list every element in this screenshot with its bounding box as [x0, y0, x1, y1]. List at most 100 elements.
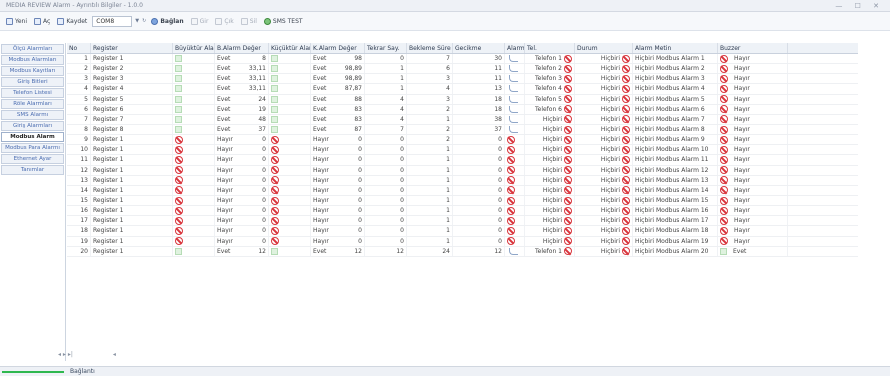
save-button[interactable]: Kaydet [55, 17, 89, 26]
delay: 0 [498, 237, 502, 245]
sidebar-item[interactable]: SMS Alarmı [1, 110, 64, 120]
chevron-down-icon[interactable]: ▼ [135, 18, 139, 24]
low-alarm-value: 83 [354, 115, 362, 123]
table-row[interactable]: 3 Register 3 Evet 33,11 Evet 98,89 1 3 11 Telefon… [67, 74, 858, 85]
row-number: 7 [84, 115, 88, 123]
status-value: Hiçbiri [600, 217, 620, 225]
delay: 11 [494, 65, 502, 73]
ban-icon [720, 145, 728, 154]
sidebar-item[interactable]: Tanımlar [1, 165, 64, 175]
table-row[interactable]: 20 Register 1 Evet 12 Evet 12 12 24 12 Telefon 1 H… [67, 246, 858, 257]
port-select[interactable]: COM8 [92, 15, 133, 27]
alarm-text: Hiçbiri Modbus Alarm 16 [635, 207, 709, 215]
sidebar-item[interactable]: Giriş Alarmları [1, 121, 64, 131]
column-header[interactable]: No [67, 43, 91, 53]
table-row[interactable]: 6 Register 6 Evet 19 Evet 83 4 2 18 Telefon 6 Hiçb… [67, 104, 858, 115]
table-row[interactable]: 17 Register 1 Hayır 0 Hayır 0 0 1 0 Hiçbiri Hiçbir… [67, 216, 858, 227]
low-alarm-value: 12 [354, 247, 362, 255]
low-alarm-value: 0 [358, 197, 362, 205]
alarm-text: Hiçbiri Modbus Alarm 13 [635, 176, 709, 184]
row-number: 9 [84, 136, 88, 144]
row-number: 17 [80, 217, 88, 225]
ban-icon [175, 135, 183, 144]
window-controls[interactable]: — ☐ ✕ [835, 2, 884, 10]
repeat-count: 1 [400, 85, 404, 93]
ban-icon [507, 206, 515, 215]
repeat-count: 0 [400, 197, 404, 205]
checked-box-icon [175, 126, 182, 134]
refresh-icon[interactable]: ↻ [142, 18, 146, 24]
sidebar-item[interactable]: Modbus Kayıtları [1, 66, 64, 76]
low-alarm-enabled: Evet [313, 247, 327, 255]
sidebar-item[interactable]: Ölçü Alarmları [1, 44, 64, 54]
ban-icon [271, 196, 279, 205]
column-header[interactable]: B.Alarm Değer [215, 43, 269, 53]
column-header[interactable]: Gecikme [453, 43, 505, 53]
status-value: Hiçbiri [600, 126, 620, 134]
progress-bar [2, 370, 64, 373]
status-value: Hiçbiri [600, 237, 620, 245]
ban-icon [564, 247, 572, 256]
column-header[interactable]: Register [91, 43, 173, 53]
column-header[interactable]: Bekleme Süre [407, 43, 453, 53]
table-row[interactable]: 10 Register 1 Hayır 0 Hayır 0 0 1 0 Hiçbiri Hiçbir… [67, 145, 858, 156]
sidebar-item[interactable]: Modbus Alarm [1, 132, 64, 142]
table-row[interactable]: 11 Register 1 Hayır 0 Hayır 0 0 1 0 Hiçbiri Hiçbir… [67, 155, 858, 166]
column-header[interactable]: Buzzer [718, 43, 788, 53]
row-number: 4 [84, 85, 88, 93]
sidebar-item[interactable]: Giriş Bitleri [1, 77, 64, 87]
table-row[interactable]: 13 Register 1 Hayır 0 Hayır 0 0 1 0 Hiçbiri Hiçbir… [67, 175, 858, 186]
table-row[interactable]: 16 Register 1 Hayır 0 Hayır 0 0 1 0 Hiçbiri Hiçbir… [67, 206, 858, 217]
low-alarm-enabled: Hayır [313, 136, 329, 144]
column-header[interactable]: Alarm [505, 43, 525, 53]
signal-icon [509, 115, 518, 123]
alarm-text: Hiçbiri Modbus Alarm 6 [635, 105, 705, 113]
table-row[interactable]: 4 Register 4 Evet 33,11 Evet 87,87 1 4 13 Telefon… [67, 84, 858, 95]
table-row[interactable]: 1 Register 1 Evet 8 Evet 98 0 7 30 Telefon 1 Hiçbi… [67, 54, 858, 65]
table-row[interactable]: 7 Register 7 Evet 48 Evet 83 4 1 38 Hiçbiri Hiçbir… [67, 114, 858, 125]
connect-button[interactable]: Bağlan [149, 17, 185, 26]
table-row[interactable]: 14 Register 1 Hayır 0 Hayır 0 0 1 0 Hiçbiri Hiçbir… [67, 185, 858, 196]
table-row[interactable]: 8 Register 8 Evet 37 Evet 87 7 2 37 Hiçbiri Hiçbir… [67, 124, 858, 136]
wait-time: 4 [446, 85, 450, 93]
table-row[interactable]: 12 Register 1 Hayır 0 Hayır 0 0 1 0 Hiçbiri Hiçbir… [67, 165, 858, 176]
alarm-text: Hiçbiri Modbus Alarm 8 [635, 126, 705, 134]
table-row[interactable]: 2 Register 2 Evet 33,11 Evet 98,89 1 6 11 Telefon… [67, 64, 858, 75]
new-button[interactable]: Yeni [4, 17, 29, 26]
column-header[interactable]: Tel. [525, 43, 575, 53]
high-alarm-enabled: Hayır [217, 176, 233, 184]
sidebar-item[interactable]: Ethernet Ayar [1, 154, 64, 164]
sidebar-item[interactable]: Modbus Alarmları [1, 55, 64, 65]
repeat-count: 0 [400, 176, 404, 184]
ban-icon [507, 176, 515, 185]
pager-nav[interactable]: ◂ ▸ ▸| [58, 351, 73, 358]
column-header[interactable]: Tekrar Say. [365, 43, 407, 53]
table-row[interactable]: 18 Register 1 Hayır 0 Hayır 0 0 1 0 Hiçbiri Hiçbir… [67, 226, 858, 237]
column-header[interactable]: Durum [575, 43, 633, 53]
low-alarm-value: 0 [358, 186, 362, 194]
buzzer-value: Hayır [734, 85, 750, 93]
alarm-text: Hiçbiri Modbus Alarm 17 [635, 217, 709, 225]
register-name: Register 1 [93, 156, 124, 164]
exit-button[interactable]: Çık [213, 17, 235, 26]
table-row[interactable]: 15 Register 1 Hayır 0 Hayır 0 0 1 0 Hiçbiri Hiçbir… [67, 195, 858, 207]
buzzer-value: Hayır [734, 186, 750, 194]
table-row[interactable]: 9 Register 1 Hayır 0 Hayır 0 0 2 0 Hiçbiri Hiçbiri… [67, 135, 858, 146]
sms-test-button[interactable]: SMS TEST [262, 17, 305, 26]
low-alarm-enabled: Evet [313, 115, 327, 123]
sidebar-item[interactable]: Röle Alarmları [1, 99, 64, 109]
table-row[interactable]: 19 Register 1 Hayır 0 Hayır 0 0 1 0 Hiçbiri Hiçbir… [67, 236, 858, 247]
column-header[interactable]: Alarm Metin [633, 43, 718, 53]
column-header[interactable]: Küçüktür Alarm [269, 43, 311, 53]
column-header[interactable]: K.Alarm Değer [311, 43, 365, 53]
enter-button[interactable]: Gir [189, 17, 211, 26]
open-button[interactable]: Aç [32, 17, 52, 26]
phone-target: Hiçbiri [542, 227, 562, 235]
horizontal-scroll[interactable]: ◂ [113, 351, 116, 358]
column-header[interactable]: Büyüktür Alarm [173, 43, 215, 53]
sidebar-item[interactable]: Telefon Listesi [1, 88, 64, 98]
delete-button[interactable]: Sil [239, 17, 259, 26]
buzzer-value: Hayır [734, 237, 750, 245]
table-row[interactable]: 5 Register 5 Evet 24 Evet 88 4 3 18 Telefon 5 Hiçb… [67, 94, 858, 105]
sidebar-item[interactable]: Modbus Para Alarmı [1, 143, 64, 153]
